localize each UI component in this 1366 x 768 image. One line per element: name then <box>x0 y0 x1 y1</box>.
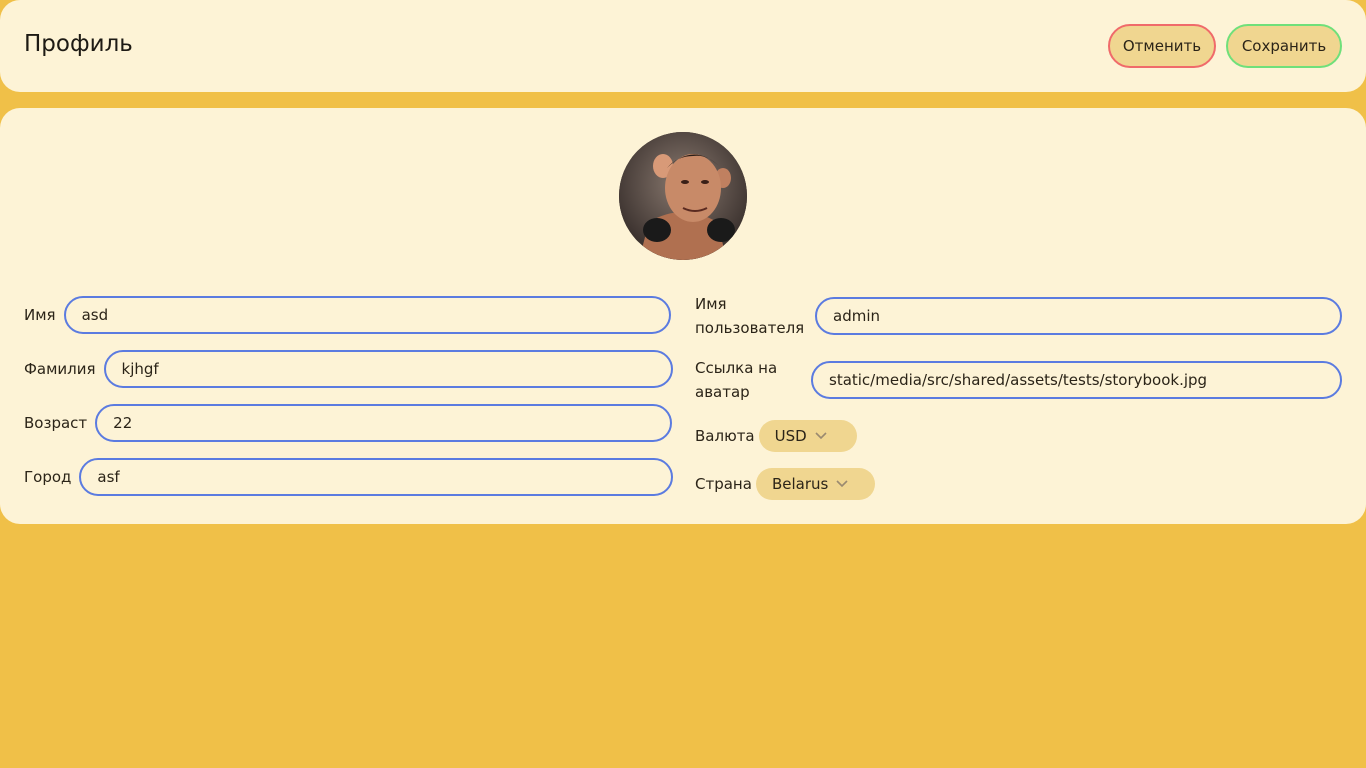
username-input[interactable]: admin <box>815 297 1342 335</box>
city-label: Город <box>24 468 72 486</box>
avatar-link-label-line2: аватар <box>695 383 750 401</box>
avatar-link-row: Ссылка на аватар static/media/src/shared… <box>695 356 1342 404</box>
city-input[interactable]: asf <box>79 458 674 496</box>
page-header: Профиль Отменить Сохранить <box>0 0 1366 92</box>
currency-row: Валюта USD <box>695 420 857 452</box>
avatar-link-label: Ссылка на аватар <box>695 356 803 404</box>
country-value: Belarus <box>771 475 829 493</box>
first-name-label: Имя <box>24 306 56 324</box>
last-name-input[interactable]: kjhgf <box>103 350 673 388</box>
currency-value: USD <box>774 427 807 445</box>
currency-select[interactable]: USD <box>758 420 857 452</box>
country-row: Страна Belarus <box>695 468 875 500</box>
avatar-link-label-line1: Ссылка на <box>695 359 778 377</box>
username-label-line1: Имя <box>695 295 727 313</box>
first-name-input[interactable]: asd <box>63 296 671 334</box>
cancel-button[interactable]: Отменить <box>1108 24 1216 68</box>
country-label: Страна <box>695 475 752 493</box>
age-input[interactable]: 22 <box>95 404 673 442</box>
avatar <box>619 132 747 260</box>
city-row: Город asf <box>24 458 674 496</box>
avatar-link-input[interactable]: static/media/src/shared/assets/tests/sto… <box>811 361 1342 399</box>
avatar-image <box>619 132 747 260</box>
currency-label: Валюта <box>695 427 755 445</box>
chevron-down-icon <box>836 480 848 488</box>
username-row: Имя пользователя admin <box>695 292 1342 340</box>
last-name-row: Фамилия kjhgf <box>24 350 673 388</box>
username-label: Имя пользователя <box>695 292 807 340</box>
save-button[interactable]: Сохранить <box>1226 24 1342 68</box>
country-select[interactable]: Belarus <box>755 468 875 500</box>
age-row: Возраст 22 <box>24 404 673 442</box>
chevron-down-icon <box>815 432 827 440</box>
age-label: Возраст <box>24 414 88 432</box>
page-title: Профиль <box>24 31 133 57</box>
first-name-row: Имя asd <box>24 296 671 334</box>
username-label-line2: пользователя <box>695 319 805 337</box>
last-name-label: Фамилия <box>24 360 96 378</box>
